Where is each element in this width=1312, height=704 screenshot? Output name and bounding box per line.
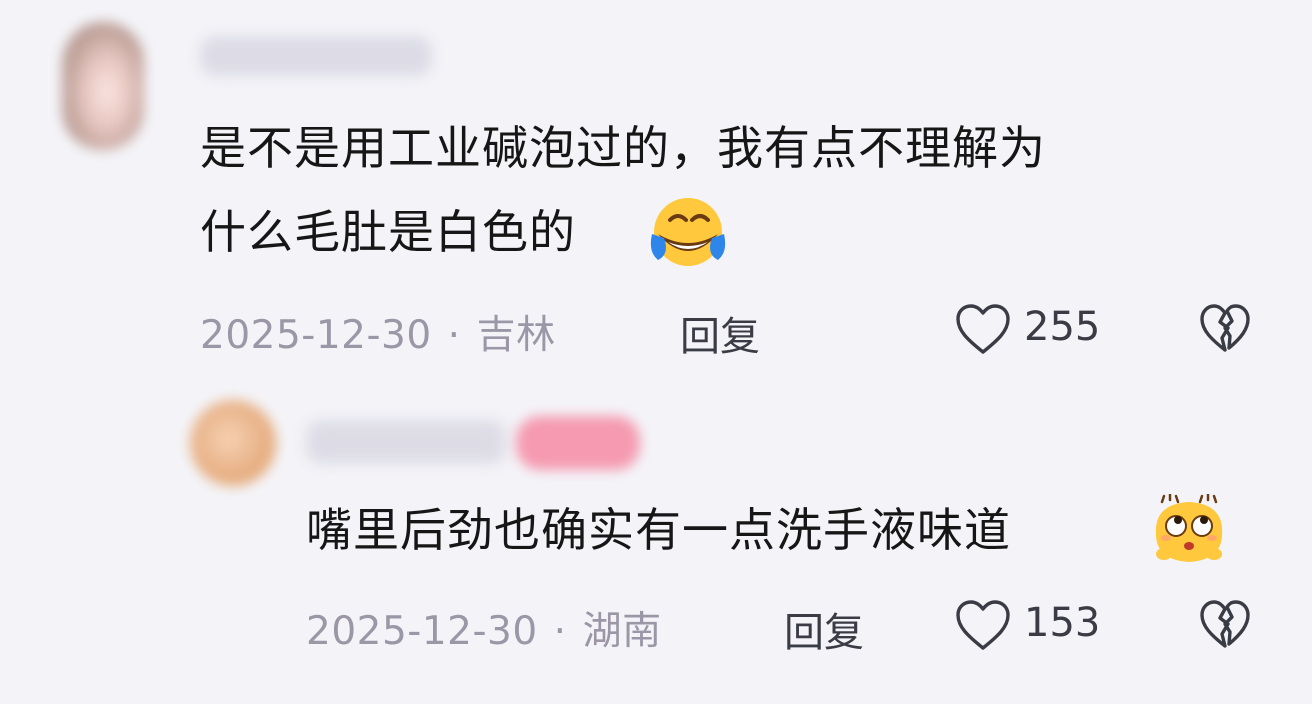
heart-outline-icon[interactable] <box>954 598 1012 652</box>
broken-heart-icon[interactable] <box>1198 302 1252 354</box>
comment-meta: 2025-12-30 · 湖南 <box>306 600 662 656</box>
comment-location: 吉林 <box>476 313 556 358</box>
comment-text-line: 嘴里后劲也确实有一点洗手液味道 <box>306 503 1011 557</box>
comment-location: 湖南 <box>582 609 662 654</box>
reply-button[interactable]: 回复 <box>680 304 760 362</box>
heart-outline-icon[interactable] <box>954 302 1012 356</box>
broken-heart-icon[interactable] <box>1198 598 1252 650</box>
reply-button[interactable]: 回复 <box>784 600 864 658</box>
comment-text-line: 什么毛肚是白色的 <box>200 205 576 259</box>
laughing-crying-emoji <box>650 198 726 266</box>
sweating-eye-roll-emoji <box>1155 494 1223 562</box>
avatar[interactable] <box>190 400 276 486</box>
like-count: 153 <box>1024 600 1101 646</box>
username-blurred[interactable] <box>306 420 506 464</box>
user-badge-blurred <box>516 416 640 470</box>
comment-meta: 2025-12-30 · 吉林 <box>200 304 556 360</box>
like-count: 255 <box>1024 304 1101 350</box>
avatar[interactable] <box>62 22 144 150</box>
comment-date: 2025-12-30 <box>306 609 538 654</box>
meta-separator: · <box>553 609 567 654</box>
comment-text-line: 是不是用工业碱泡过的，我有点不理解为 <box>200 121 1046 175</box>
comment-date: 2025-12-30 <box>200 313 432 358</box>
meta-separator: · <box>447 313 461 358</box>
username-blurred[interactable] <box>200 36 432 76</box>
